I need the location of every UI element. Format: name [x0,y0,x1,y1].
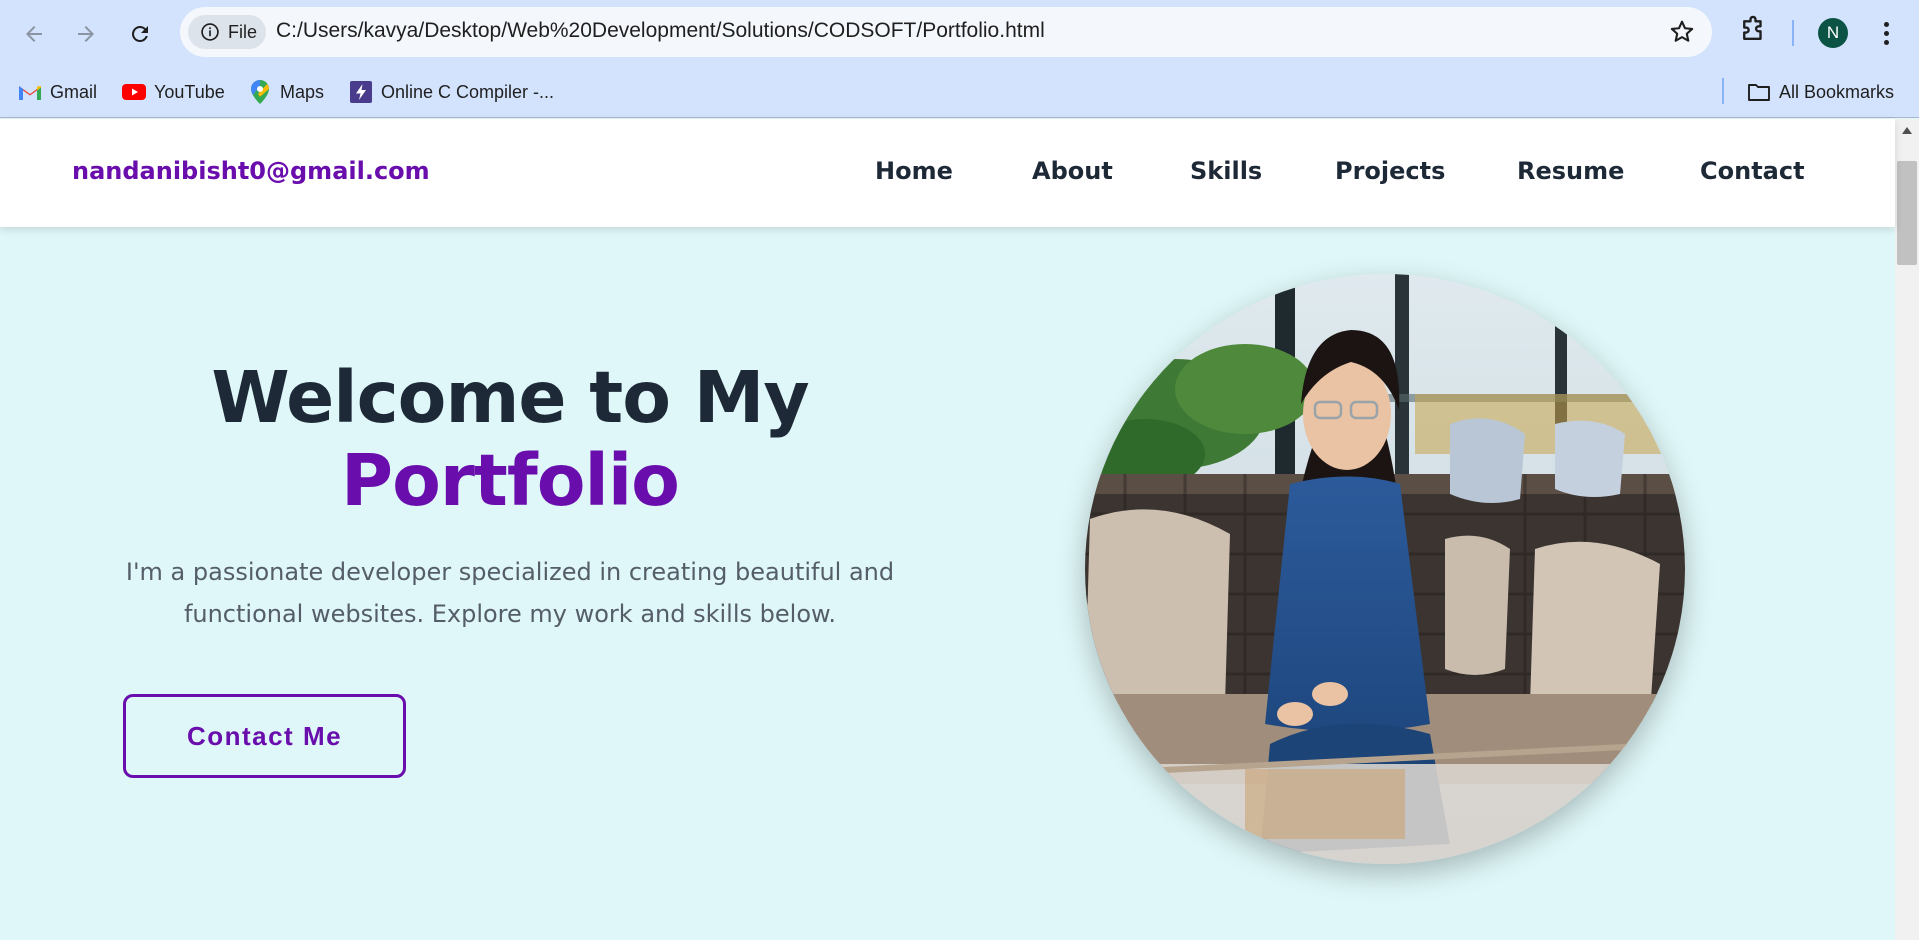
gmail-icon [18,80,42,104]
forward-arrow-icon [78,26,94,42]
profile-avatar[interactable]: N [1818,18,1848,48]
site-info-chip[interactable]: File [188,15,266,49]
site-header: nandanibisht0@gmail.com Home About Skill… [0,119,1895,227]
maps-icon [248,80,272,104]
nav-resume[interactable]: Resume [1517,157,1624,185]
bookmarks-bar: Gmail YouTube Maps Online C Compiler -..… [0,66,1919,118]
address-bar[interactable]: File C:/Users/kavya/Desktop/Web%20Develo… [180,7,1712,57]
youtube-icon [122,80,146,104]
hero-title-accent: Portfolio [341,439,680,522]
page-scrollbar[interactable] [1895,119,1919,940]
bookmark-youtube[interactable]: YouTube [122,78,225,106]
nav-contact[interactable]: Contact [1700,157,1805,185]
bookmark-maps[interactable]: Maps [248,78,324,106]
folder-icon [1747,80,1771,104]
more-vert-icon[interactable] [1876,17,1896,49]
bookmark-label: YouTube [154,81,225,102]
file-scheme-label: File [228,21,258,42]
info-icon [201,23,219,41]
browser-toolbar: File C:/Users/kavya/Desktop/Web%20Develo… [0,0,1919,66]
bookmark-online-c-compiler[interactable]: Online C Compiler -... [349,78,554,106]
nav-skills[interactable]: Skills [1190,157,1262,185]
hero-description: I'm a passionate developer specialized i… [125,558,895,628]
bookmark-label: Online C Compiler -... [381,81,555,102]
reload-icon [132,26,148,42]
hero-title-line1: Welcome to My [211,356,809,439]
extensions-icon[interactable] [1738,15,1768,45]
reload-button[interactable] [120,14,160,54]
profile-photo [1085,274,1685,864]
toolbar-divider [1792,20,1794,46]
contact-me-button[interactable]: Contact Me [123,694,406,778]
header-email[interactable]: nandanibisht0@gmail.com [72,157,430,185]
bookmark-label: Gmail [50,81,98,102]
back-button[interactable] [14,14,54,54]
bookmarks-divider [1722,78,1724,104]
bookmark-gmail[interactable]: Gmail [18,78,97,106]
scrollbar-thumb[interactable] [1897,161,1917,265]
back-arrow-icon [26,26,42,42]
nav-projects[interactable]: Projects [1335,157,1445,185]
hero-title: Welcome to My Portfolio [110,356,910,522]
forward-button[interactable] [66,14,106,54]
nav-about[interactable]: About [1032,157,1113,185]
scroll-up-arrow-icon[interactable] [1902,127,1912,134]
bookmark-label: Maps [280,81,325,102]
all-bookmarks-label: All Bookmarks [1779,81,1895,102]
bolt-icon [349,80,373,104]
nav-home[interactable]: Home [875,157,953,185]
star-icon[interactable] [1668,18,1696,46]
all-bookmarks-button[interactable]: All Bookmarks [1747,78,1894,106]
url-text[interactable]: C:/Users/kavya/Desktop/Web%20Development… [276,19,1045,43]
